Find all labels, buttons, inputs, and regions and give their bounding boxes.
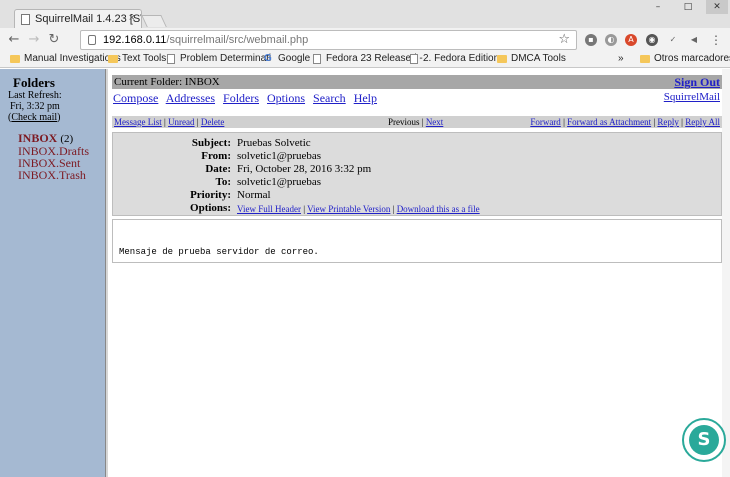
check-mail-link[interactable]: Check mail	[11, 112, 57, 123]
folder-icon	[10, 55, 20, 63]
forward-icon[interactable]: →	[26, 32, 42, 48]
message-body: Mensaje de prueba servidor de correo.	[112, 219, 722, 263]
last-refresh-label: Last Refresh:	[8, 90, 62, 101]
tab-close-icon[interactable]: ×	[129, 12, 135, 24]
browser-tab[interactable]: SquirrelMail 1.4.23 [SVN] ×	[14, 9, 142, 28]
folder-icon	[108, 55, 118, 63]
header-priority: Priority: Normal	[190, 189, 271, 201]
bookmark-item[interactable]: Fedora 23 Released -	[312, 53, 423, 64]
minimize-icon[interactable]: –	[649, 0, 667, 14]
message-pane: Current Folder: INBOX Sign Out Compose A…	[112, 69, 722, 477]
bookmark-item[interactable]: Otros marcadores	[640, 53, 730, 64]
view-full-header-link[interactable]: View Full Header	[237, 204, 301, 214]
logo-mark-icon: S	[689, 425, 719, 455]
header-date: Date: Fri, October 28, 2016 3:32 pm	[205, 163, 372, 175]
from-value: solvetic1@pruebas	[237, 150, 322, 162]
page-icon	[167, 54, 175, 64]
frame-divider[interactable]	[105, 69, 108, 477]
address-bar[interactable]: 192.168.0.11/squirrelmail/src/webmail.ph…	[80, 30, 577, 50]
menu-icon[interactable]: ⋮	[710, 34, 722, 46]
folder-trash[interactable]: INBOX.Trash	[18, 169, 89, 181]
page-icon	[313, 54, 321, 64]
folder-list: INBOX (2) INBOX.Drafts INBOX.Sent INBOX.…	[18, 132, 89, 181]
bookmark-item[interactable]: Text Tools	[108, 53, 166, 64]
message-body-text: Mensaje de prueba servidor de correo.	[119, 247, 319, 257]
header-from: From: solvetic1@pruebas	[201, 150, 322, 162]
browser-chrome: SquirrelMail 1.4.23 [SVN] × – □ ✕ ← → ↻ …	[0, 0, 730, 68]
reply-all-link[interactable]: Reply All	[685, 117, 720, 127]
bookmark-item[interactable]: G Google	[264, 53, 310, 64]
message-actions-bar: Message List | Unread | Delete Previous …	[112, 116, 722, 128]
maximize-icon[interactable]: □	[679, 0, 697, 14]
message-headers: Subject: Pruebas Solvetic From: solvetic…	[112, 132, 722, 216]
new-tab-button[interactable]	[141, 15, 167, 27]
folder-icon	[497, 55, 507, 63]
main-nav: Compose Addresses Folders Options Search…	[113, 91, 382, 106]
to-value: solvetic1@pruebas	[237, 176, 322, 188]
url-path: /squirrelmail/src/webmail.php	[166, 34, 309, 46]
folders-pane: Folders Last Refresh: Fri, 3:32 pm (Chec…	[0, 69, 105, 477]
view-printable-link[interactable]: View Printable Version	[307, 204, 390, 214]
bookmark-item[interactable]: Problem Determinati	[166, 53, 271, 64]
header-to: To: solvetic1@pruebas	[215, 176, 322, 188]
reply-link[interactable]: Reply	[657, 117, 679, 127]
bookmark-item[interactable]: DMCA Tools	[497, 53, 566, 64]
page-info-icon[interactable]	[88, 35, 96, 45]
previous-label: Previous	[388, 117, 420, 127]
nav-search[interactable]: Search	[313, 91, 346, 105]
title-bar: SquirrelMail 1.4.23 [SVN] × – □ ✕	[0, 0, 730, 28]
nav-compose[interactable]: Compose	[113, 91, 158, 105]
bookmark-item[interactable]: 2. Fedora Editions	[409, 53, 504, 64]
folder-icon	[640, 55, 650, 63]
squirrelmail-link[interactable]: SquirrelMail	[664, 91, 720, 103]
scrollbar[interactable]	[722, 69, 730, 477]
extension-icon[interactable]: ◉	[646, 34, 658, 46]
priority-value: Normal	[237, 189, 271, 201]
extension-icon[interactable]: ▪	[585, 34, 597, 46]
page-favicon-icon	[21, 14, 30, 25]
last-refresh-value: Fri, 3:32 pm	[10, 101, 60, 112]
last-refresh: Last Refresh: Fri, 3:32 pm (Check mail)	[8, 90, 62, 123]
message-list-link[interactable]: Message List	[114, 117, 162, 127]
nav-options[interactable]: Options	[267, 91, 305, 105]
forward-link[interactable]: Forward	[530, 117, 561, 127]
subject-value: Pruebas Solvetic	[237, 137, 311, 149]
navigation-bar: ← → ↻ 192.168.0.11/squirrelmail/src/webm…	[0, 28, 730, 52]
current-folder: Current Folder: INBOX	[114, 76, 220, 88]
close-window-icon[interactable]: ✕	[706, 0, 728, 14]
bookmark-item[interactable]: Manual Investigations	[10, 53, 121, 64]
page-icon	[410, 54, 418, 64]
bookmarks-bar: Manual Investigations Text Tools Problem…	[0, 52, 730, 68]
extension-icon[interactable]: ✓	[667, 34, 679, 46]
back-icon[interactable]: ←	[6, 32, 22, 48]
nav-help[interactable]: Help	[354, 91, 377, 105]
date-value: Fri, October 28, 2016 3:32 pm	[237, 163, 372, 175]
reload-icon[interactable]: ↻	[46, 32, 62, 48]
nav-addresses[interactable]: Addresses	[166, 91, 215, 105]
next-link[interactable]: Next	[426, 117, 444, 127]
url-host: 192.168.0.11	[103, 34, 167, 46]
extension-icon[interactable]: ◐	[605, 34, 617, 46]
forward-attachment-link[interactable]: Forward as Attachment	[567, 117, 651, 127]
nav-folders[interactable]: Folders	[223, 91, 259, 105]
folders-title: Folders	[13, 75, 55, 90]
solvetic-logo: S	[682, 418, 726, 462]
sign-out-link[interactable]: Sign Out	[674, 75, 720, 90]
download-file-link[interactable]: Download this as a file	[397, 204, 480, 214]
header-options: Options: View Full Header | View Printab…	[190, 202, 480, 214]
header-subject: Subject: Pruebas Solvetic	[191, 137, 311, 149]
unread-link[interactable]: Unread	[168, 117, 195, 127]
bookmark-star-icon[interactable]: ☆	[558, 32, 570, 47]
current-folder-bar: Current Folder: INBOX Sign Out	[112, 75, 722, 89]
tab-title: SquirrelMail 1.4.23 [SVN]	[35, 13, 141, 25]
delete-link[interactable]: Delete	[201, 117, 224, 127]
extension-icon[interactable]: ◀	[688, 34, 700, 46]
adblock-icon[interactable]: A	[625, 34, 637, 46]
google-icon: G	[264, 53, 272, 64]
bookmarks-overflow[interactable]: »	[618, 53, 624, 64]
